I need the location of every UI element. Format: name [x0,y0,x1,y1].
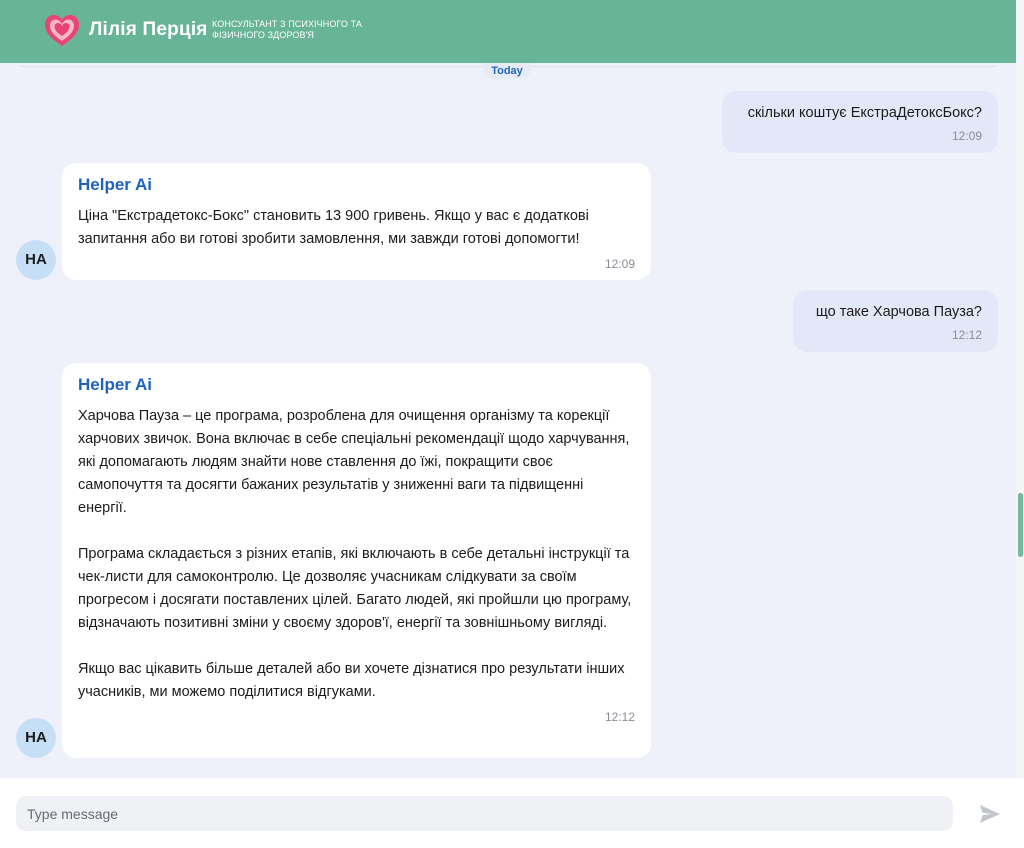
send-icon[interactable] [978,803,1002,825]
chat-app: Лілія Перція Консультант з психічного та… [0,0,1024,848]
message-paragraph: Програма складається з різних етапів, як… [78,546,632,631]
message-text: що таке Харчова Пауза? [815,304,982,320]
message-time: 12:12 [951,328,982,342]
brand-name[interactable]: Лілія Перція [89,19,208,41]
composer [0,778,1024,848]
message-time: 12:12 [604,710,635,724]
date-divider: Today [483,63,531,79]
scrollbar-thumb[interactable] [1018,493,1023,557]
avatar: HA [16,718,56,758]
bot-message: Helper Ai Ціна "Екстрадетокс-Бокс" стано… [62,163,651,280]
header-bar: Лілія Перція Консультант з психічного та… [0,0,1016,63]
sender-name: Helper Ai [78,175,153,194]
sender-name: Helper Ai [78,375,153,394]
message-time: 12:09 [604,257,635,271]
user-message: скільки коштує ЕкстраДетоксБокс? 12:09 [722,91,998,153]
bot-message: Helper Ai Харчова Пауза – це програма, р… [62,363,651,758]
user-message: що таке Харчова Пауза? 12:12 [793,290,998,352]
message-list[interactable]: Today скільки коштує ЕкстраДетоксБокс? 1… [0,63,1016,778]
scrollbar-track[interactable] [1016,0,1024,778]
message-time: 12:09 [951,129,982,143]
message-input[interactable] [16,796,953,831]
heart-icon[interactable] [43,13,81,49]
avatar: HA [16,240,56,280]
message-text: скільки коштує ЕкстраДетоксБокс? [747,105,982,121]
brand-tagline: Консультант з психічного та фізичного зд… [212,19,363,40]
message-paragraph: Харчова Пауза – це програма, розроблена … [78,408,630,516]
message-text: Ціна "Екстрадетокс-Бокс" становить 13 90… [78,208,589,247]
message-paragraph: Якщо вас цікавить більше деталей або ви … [78,661,625,700]
